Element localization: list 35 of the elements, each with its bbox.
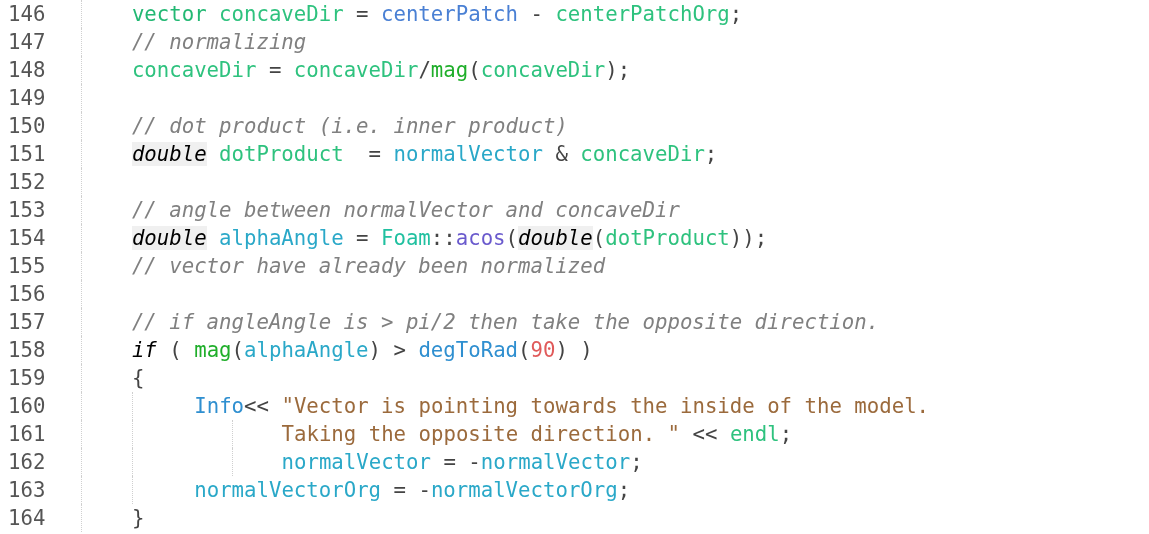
line-number: 150 — [7, 114, 47, 138]
line-number: 157 — [7, 310, 47, 334]
code-comment: // dot product (i.e. inner product) — [131, 114, 568, 138]
code-line: { — [131, 366, 145, 390]
code-line: } — [131, 506, 145, 530]
line-number: 149 — [7, 86, 47, 110]
code-comment: // angle between normalVector and concaveDir — [131, 198, 680, 222]
code-line: normalVectorOrg = -normalVectorOrg; — [194, 478, 631, 502]
code-comment: // vector have already been normalized — [131, 254, 606, 278]
line-number: 162 — [7, 450, 47, 474]
code-line: Info<< "Vector is pointing towards the inside of the model. — [194, 394, 930, 418]
line-number: 152 — [7, 170, 47, 194]
line-number: 154 — [7, 226, 47, 250]
line-number: 151 — [7, 142, 47, 166]
line-number: 155 — [7, 254, 47, 278]
line-number: 148 — [7, 58, 47, 82]
line-number: 153 — [7, 198, 47, 222]
line-number: 161 — [7, 422, 47, 446]
code-line: Taking the opposite direction. " << endl; — [281, 422, 793, 446]
code-line: if ( mag(alphaAngle) > degToRad(90) ) — [131, 338, 593, 362]
line-number: 158 — [7, 338, 47, 362]
line-number: 156 — [7, 282, 47, 306]
code-comment: // normalizing — [131, 30, 307, 54]
code-line: vector concaveDir = centerPatch - centerPatchOrg; — [131, 2, 743, 26]
code-line: double alphaAngle = Foam::acos(double(dotProduct)); — [131, 226, 768, 250]
line-number: 146 — [7, 2, 47, 26]
line-number: 164 — [7, 506, 47, 530]
line-number: 163 — [7, 478, 47, 502]
line-number: 159 — [7, 366, 47, 390]
line-number: 160 — [7, 394, 47, 418]
code-line: concaveDir = concaveDir/mag(concaveDir); — [131, 58, 631, 82]
code-line: double dotProduct = normalVector & concaveDir; — [131, 142, 718, 166]
code-line: normalVector = -normalVector; — [281, 450, 643, 474]
line-number: 147 — [7, 30, 47, 54]
code-comment: // if angleAngle is > pi/2 then take the opposite direction. — [131, 310, 880, 334]
